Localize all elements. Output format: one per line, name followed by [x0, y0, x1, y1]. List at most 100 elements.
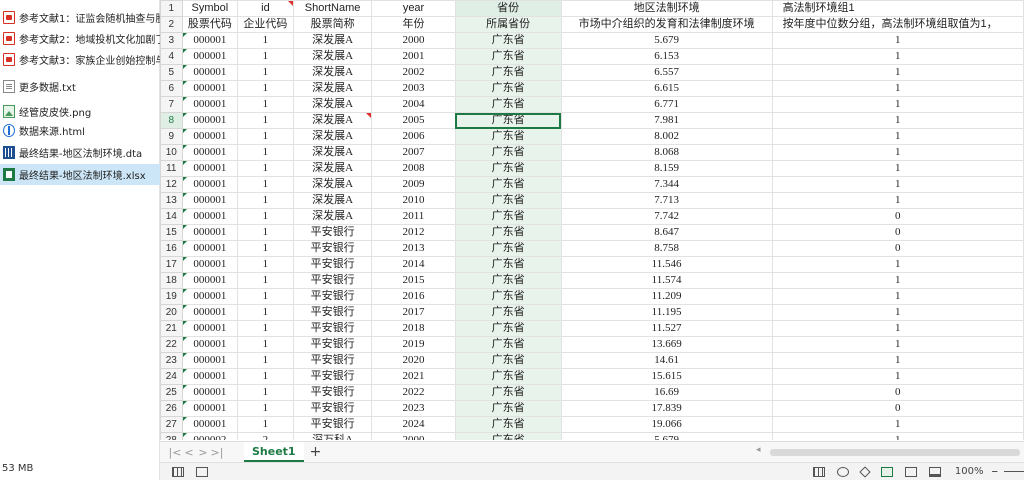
cell[interactable]: ShortName	[292, 0, 373, 17]
cell[interactable]: 1	[771, 160, 1024, 177]
cell[interactable]: 000002	[181, 432, 239, 440]
row-header[interactable]: 23	[160, 352, 183, 369]
cell-mode-icon[interactable]	[196, 466, 208, 477]
row-header[interactable]: 1	[160, 0, 183, 17]
cell[interactable]: 000001	[181, 416, 239, 433]
cell[interactable]: 6.153	[560, 48, 773, 65]
cell[interactable]: 1	[771, 320, 1024, 337]
last-sheet-button[interactable]: >|	[210, 446, 224, 459]
row-header[interactable]: 21	[160, 320, 183, 337]
cell[interactable]: 深发展A	[292, 48, 373, 65]
cell[interactable]: 000001	[181, 256, 239, 273]
cell[interactable]: 2023	[371, 400, 456, 417]
cell[interactable]: 2017	[371, 304, 456, 321]
cell[interactable]: 所属省份	[454, 16, 562, 33]
cell[interactable]: 广东省	[454, 176, 562, 193]
cell[interactable]: 1	[771, 304, 1024, 321]
cell[interactable]: 000001	[181, 160, 239, 177]
cell[interactable]: 1	[237, 384, 294, 401]
cell[interactable]: 0	[771, 208, 1024, 225]
normal-view-icon[interactable]	[880, 466, 893, 477]
cell[interactable]: 平安银行	[292, 320, 373, 337]
cell[interactable]: 000001	[181, 208, 239, 225]
cell[interactable]: 广东省	[454, 160, 562, 177]
cell[interactable]: 1	[771, 112, 1024, 129]
cell[interactable]: 1	[237, 288, 294, 305]
file-item[interactable]: 最终结果-地区法制环境.dta	[0, 142, 160, 163]
page-break-view-icon[interactable]	[928, 466, 941, 477]
cell[interactable]: 深万科A	[292, 432, 373, 440]
cell[interactable]: 1	[237, 272, 294, 289]
cell[interactable]: 11.209	[560, 288, 773, 305]
cell[interactable]: 1	[771, 256, 1024, 273]
cell[interactable]: 2	[237, 432, 294, 440]
row-header[interactable]: 16	[160, 240, 183, 257]
cell[interactable]: 2015	[371, 272, 456, 289]
cell[interactable]: 1	[237, 304, 294, 321]
cell[interactable]: 股票代码	[181, 16, 239, 33]
cell[interactable]: 2012	[371, 224, 456, 241]
cell[interactable]: 2002	[371, 64, 456, 81]
cell[interactable]: 1	[771, 336, 1024, 353]
cell[interactable]: 平安银行	[292, 368, 373, 385]
cell[interactable]: 广东省	[454, 432, 562, 440]
cell[interactable]: 000001	[181, 32, 239, 49]
cell[interactable]: 2014	[371, 256, 456, 273]
cell[interactable]: 深发展A	[292, 64, 373, 81]
cell[interactable]: 2001	[371, 48, 456, 65]
cell[interactable]: 1	[237, 240, 294, 257]
zoom-slider[interactable]	[1004, 471, 1024, 472]
cell[interactable]: 广东省	[454, 192, 562, 209]
cell[interactable]: 广东省	[454, 96, 562, 113]
cell[interactable]: 7.344	[560, 176, 773, 193]
cell[interactable]: 深发展A	[292, 32, 373, 49]
spreadsheet-grid[interactable]: 1 Symbol id ShortName year 省份 地区法制环境 高法制环境组1 2 股票…	[160, 0, 1024, 440]
cell[interactable]: 11.574	[560, 272, 773, 289]
cell[interactable]: id	[237, 0, 294, 17]
cell[interactable]: 平安银行	[292, 272, 373, 289]
cell[interactable]: 广东省	[454, 256, 562, 273]
cell[interactable]: 2016	[371, 288, 456, 305]
row-header[interactable]: 4	[160, 48, 183, 65]
cell[interactable]: 8.758	[560, 240, 773, 257]
row-header[interactable]: 3	[160, 32, 183, 49]
cell[interactable]: 2022	[371, 384, 456, 401]
cell[interactable]: 按年度中位数分组，高法制环境组取值为1，	[771, 16, 1024, 33]
cell[interactable]: 1	[237, 176, 294, 193]
row-header[interactable]: 15	[160, 224, 183, 241]
file-item[interactable]: 参考文献1：证监会随机抽查与股价	[0, 7, 160, 28]
cell[interactable]: 广东省	[454, 48, 562, 65]
cell[interactable]: 2011	[371, 208, 456, 225]
cell[interactable]: 7.713	[560, 192, 773, 209]
cell[interactable]: 1	[771, 80, 1024, 97]
cell[interactable]: 0	[771, 224, 1024, 241]
row-header[interactable]: 28	[160, 432, 183, 440]
cell[interactable]: 广东省	[454, 32, 562, 49]
macro-record-icon[interactable]	[172, 466, 184, 477]
cell[interactable]: 广东省	[454, 400, 562, 417]
cell[interactable]: 1	[237, 32, 294, 49]
row-header[interactable]: 12	[160, 176, 183, 193]
zoom-level[interactable]: 100%	[955, 466, 984, 477]
cell[interactable]: 2007	[371, 144, 456, 161]
cell[interactable]: 深发展A	[292, 80, 373, 97]
cell[interactable]: 0	[771, 240, 1024, 257]
cell[interactable]: 7.981	[560, 112, 773, 129]
cell[interactable]: 14.61	[560, 352, 773, 369]
cell[interactable]: 平安银行	[292, 240, 373, 257]
cell[interactable]: 1	[237, 256, 294, 273]
cell[interactable]: 深发展A	[292, 144, 373, 161]
gridlines-icon[interactable]	[812, 466, 825, 477]
file-item[interactable]: 数据来源.html	[0, 120, 160, 141]
cell[interactable]: 1	[771, 64, 1024, 81]
cell[interactable]: 0	[771, 400, 1024, 417]
cell[interactable]: 平安银行	[292, 336, 373, 353]
row-header[interactable]: 2	[160, 16, 183, 33]
row-header[interactable]: 26	[160, 400, 183, 417]
cell[interactable]: 1	[237, 208, 294, 225]
cell[interactable]: 000001	[181, 240, 239, 257]
cell[interactable]: 2024	[371, 416, 456, 433]
cell[interactable]: 6.771	[560, 96, 773, 113]
row-header[interactable]: 27	[160, 416, 183, 433]
cell[interactable]: 1	[237, 112, 294, 129]
